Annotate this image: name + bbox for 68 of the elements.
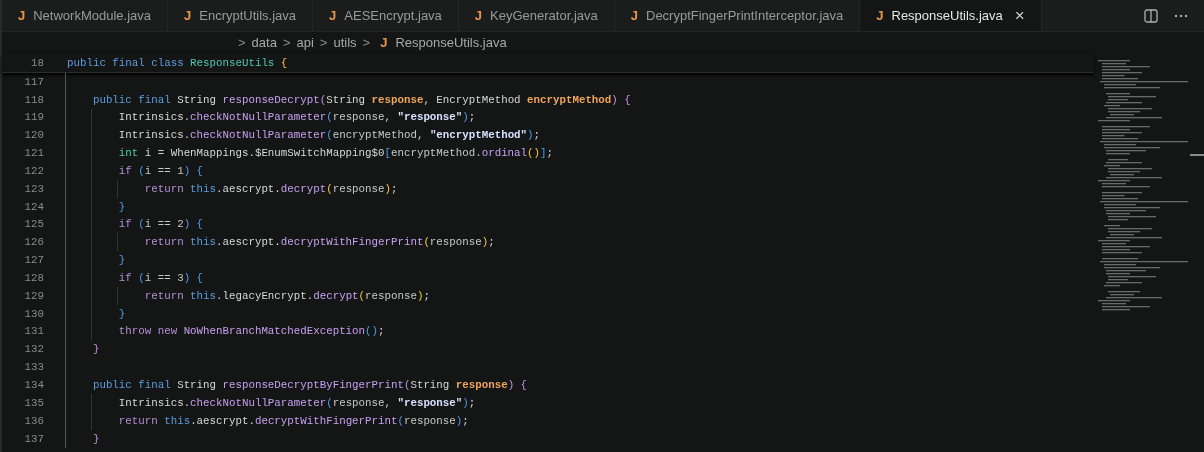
line-number: 135 — [23, 395, 44, 411]
code-line: if (i == 1) { — [117, 163, 204, 179]
chevron: > — [362, 34, 371, 53]
line-number: 137 — [23, 431, 44, 447]
code-line: Intrinsics.checkNotNullParameter(encryptMethod, "encryptMethod"); — [117, 128, 541, 144]
breadcrumb-item[interactable]: utils — [333, 33, 357, 53]
java-file-icon: J — [474, 5, 483, 26]
java-file-icon: J — [18, 5, 26, 26]
line-number: 120 — [23, 128, 44, 144]
code-line: public final String responseDecryptByFingerPrint(String response) { — [91, 378, 528, 393]
code-line: if (i == 3) { — [117, 270, 204, 286]
code-line: if (i == 2) { — [117, 217, 204, 233]
line-number: 136 — [23, 413, 44, 429]
breadcrumb-item[interactable]: api — [296, 33, 314, 53]
breadcrumb-item[interactable]: data — [251, 33, 277, 53]
line-number: 122 — [23, 163, 44, 179]
code-line: public final class ResponseUtils { — [67, 55, 288, 71]
tab-label: NetworkModule.java — [33, 6, 151, 25]
line-number: 126 — [23, 235, 44, 251]
code-line: } — [91, 342, 100, 358]
line-number: 119 — [23, 110, 44, 126]
chevron: > — [319, 34, 328, 53]
java-file-icon: J — [380, 33, 388, 53]
line-number: 127 — [23, 253, 44, 269]
line-number: 131 — [23, 324, 44, 340]
code-line: public final String responseDecrypt(String response, EncryptMethod encryptMethod) { — [91, 92, 631, 108]
java-file-icon: J — [184, 5, 192, 26]
code-line: return this.aescrypt.decryptWithFingerPrint(response); — [143, 235, 495, 251]
scrollbar-thumb[interactable] — [1190, 154, 1204, 156]
code-line: } — [117, 306, 126, 322]
code-line: throw new NoWhenBranchMatchedException(); — [117, 324, 385, 340]
line-number: 132 — [23, 342, 44, 358]
code-line: Intrinsics.checkNotNullParameter(response, "response"); — [117, 395, 476, 411]
java-file-icon: J — [630, 5, 638, 26]
line-number: 123 — [23, 181, 44, 197]
line-number: 129 — [23, 288, 44, 304]
code-line: } — [117, 199, 126, 215]
line-number: 133 — [23, 360, 44, 376]
line-number: 124 — [23, 199, 44, 215]
line-number: 134 — [23, 378, 44, 393]
code-line: return this.legacyEncrypt.decrypt(response); — [143, 288, 430, 304]
line-number: 18 — [30, 55, 44, 71]
close-icon[interactable]: × — [1014, 2, 1025, 29]
java-file-icon: J — [876, 5, 884, 26]
line-number: 118 — [23, 92, 44, 108]
line-number: 117 — [23, 74, 44, 90]
chevron: > — [282, 34, 291, 53]
code-line: int i = WhenMappings.$EnumSwitchMapping$0[encryptMethod.ordinal()]; — [117, 146, 553, 162]
tab-label: ResponseUtils.java — [891, 6, 1003, 25]
code-line: return this.aescrypt.decryptWithFingerPrint(response); — [117, 413, 469, 429]
code-line: } — [117, 253, 126, 269]
java-file-icon: J — [329, 5, 337, 26]
tab-label: KeyGenerator.java — [490, 6, 598, 25]
more-icon[interactable] — [1174, 13, 1188, 18]
editor-tab[interactable]: J ResponseUtils.java × — [860, 0, 1042, 31]
code-line: Intrinsics.checkNotNullParameter(response, "response"); — [117, 110, 476, 126]
line-number: 130 — [23, 306, 44, 322]
tab-label: DecryptFingerPrintInterceptor.java — [646, 6, 844, 25]
tab-label: EncryptUtils.java — [199, 6, 297, 25]
code-line: } — [91, 431, 100, 447]
line-number: 125 — [23, 217, 44, 233]
split-editor-icon[interactable] — [1144, 8, 1158, 23]
code-line: return this.aescrypt.decrypt(response); — [143, 181, 398, 197]
chevron: > — [238, 34, 246, 53]
line-number: 121 — [23, 146, 44, 162]
line-number: 128 — [23, 270, 44, 286]
tab-label: AESEncrypt.java — [344, 6, 442, 25]
breadcrumb-item[interactable]: ResponseUtils.java — [395, 33, 507, 53]
